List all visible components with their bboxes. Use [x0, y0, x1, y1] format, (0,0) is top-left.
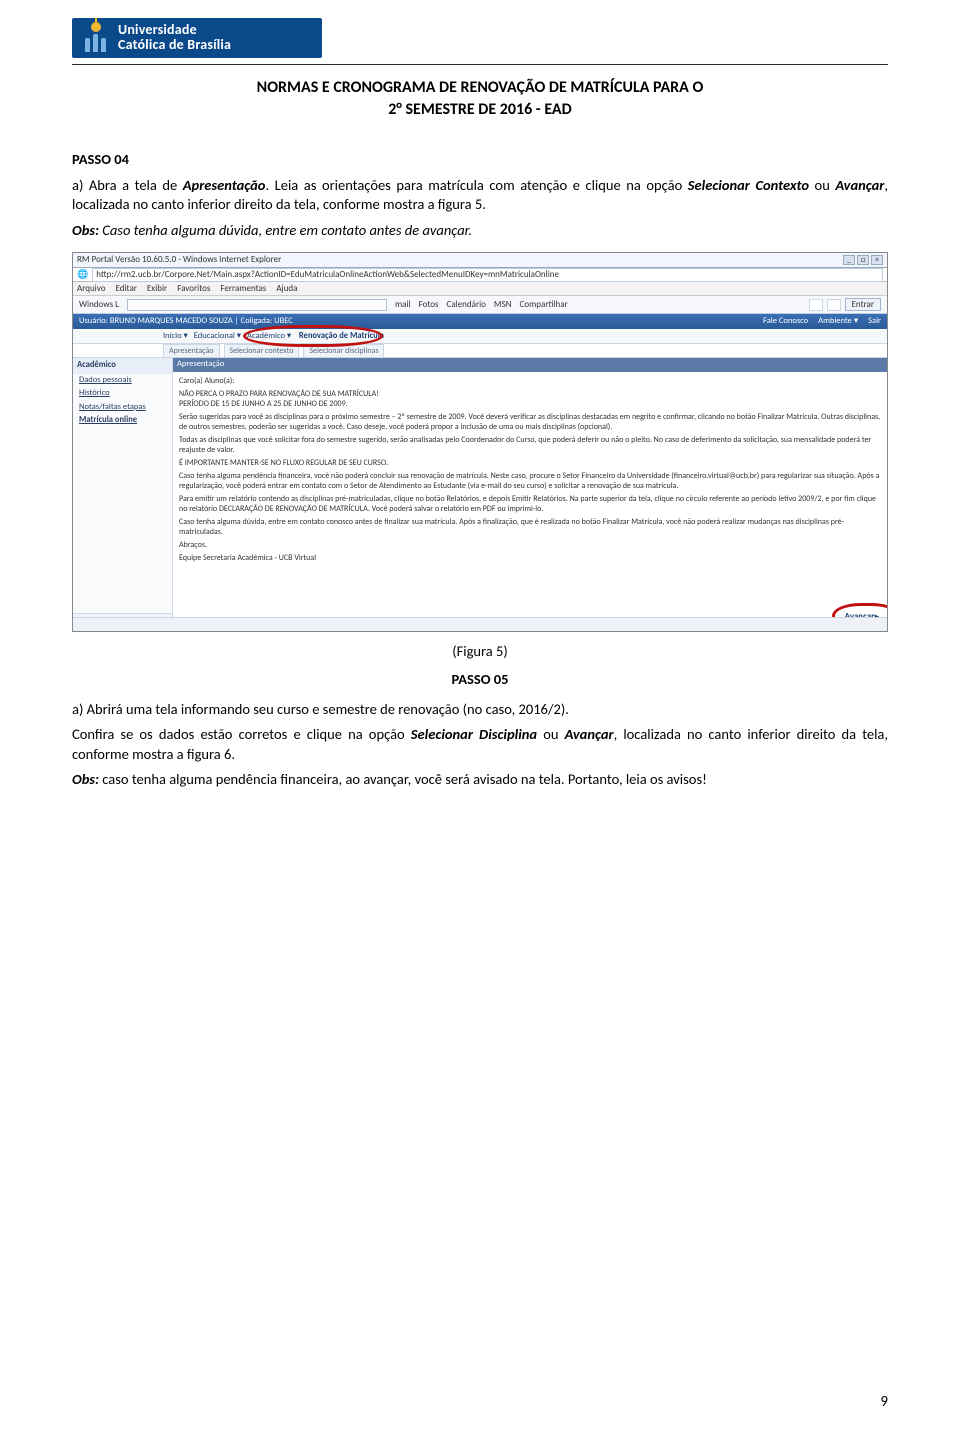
obs-label: Obs:	[72, 770, 99, 788]
passo04-obs: Obs: Caso tenha alguma dúvida, entre em …	[72, 221, 888, 241]
doc-title: NORMAS E CRONOGRAMA DE RENOVAÇÃO DE MATR…	[72, 77, 888, 99]
passo05-heading: PASSO 05	[72, 670, 888, 690]
userbar-left: Usuário: BRUNO MARQUES MACEDO SOUZA | Co…	[79, 316, 293, 327]
sidebar-head-academico: Acadêmico	[73, 358, 172, 373]
body-line: Serão sugeridas para você as disciplinas…	[179, 412, 881, 432]
close-icon[interactable]: ×	[871, 255, 883, 265]
menu-editar[interactable]: Editar	[115, 283, 136, 295]
obs-text: Caso tenha alguma dúvida, entre em conta…	[99, 221, 472, 239]
crumb-highlight: Acadêmico ▾ Renovação de Matrícula	[247, 331, 384, 342]
toolbar-compartilhar[interactable]: Compartilhar	[520, 299, 568, 311]
sidebar-item-historico[interactable]: Histórico	[73, 387, 172, 400]
passo05-obs: Obs: caso tenha alguma pendência finance…	[72, 770, 888, 790]
menu-ajuda[interactable]: Ajuda	[276, 283, 297, 295]
txt: Confira se os dados estão corretos e cli…	[72, 725, 411, 743]
university-logo: Universidade Católica de Brasília	[72, 18, 322, 58]
toolbar-fotos[interactable]: Fotos	[419, 299, 439, 311]
txt: a) Abra a tela de	[72, 176, 183, 194]
obs-text: caso tenha alguma pendência financeira, …	[99, 770, 707, 788]
menu-favoritos[interactable]: Favoritos	[177, 283, 210, 295]
maximize-icon[interactable]: □	[857, 255, 869, 265]
logo-line2: Católica de Brasília	[118, 38, 231, 53]
txt: ou	[809, 176, 835, 194]
passo04-a: a) Abra a tela de Apresentação. Leia as …	[72, 176, 888, 215]
passo05-b: Confira se os dados estão corretos e cli…	[72, 725, 888, 764]
panel-title: Apresentação	[173, 358, 887, 371]
minimize-icon[interactable]: _	[843, 255, 855, 265]
toolbar-icon[interactable]	[827, 299, 841, 311]
window-titlebar: RM Portal Versão 10.60.5.0 - Windows Int…	[73, 253, 887, 268]
ie-toolbar: Windows L mail Fotos Calendário MSN Comp…	[73, 296, 887, 314]
page-number: 9	[880, 1392, 888, 1412]
body-line: Caso tenha alguma dúvida, entre em conta…	[179, 517, 881, 537]
breadcrumb: Início ▾ Educacional ▾ Acadêmico ▾ Renov…	[73, 329, 887, 344]
toolbar-search-input[interactable]	[127, 299, 387, 311]
main-panel: Apresentação Caro(a) Aluno(a): NÃO PERCA…	[173, 358, 887, 631]
body-line: NÃO PERCA O PRAZO PARA RENOVAÇÃO DE SUA …	[179, 389, 881, 409]
obs-label: Obs:	[72, 221, 99, 239]
menu-arquivo[interactable]: Arquivo	[77, 283, 105, 295]
menu-ambiente[interactable]: Ambiente ▾	[818, 316, 858, 327]
sidebar-item-notas[interactable]: Notas/faltas etapas	[73, 401, 172, 414]
body-line: Para emitir um relatório contendo as dis…	[179, 494, 881, 514]
logo-icon	[82, 22, 110, 54]
window-title: RM Portal Versão 10.60.5.0 - Windows Int…	[77, 254, 281, 266]
term-avancar-2: Avançar	[565, 725, 614, 743]
wizard-tabs: Apresentação Selecionar contexto Selecio…	[73, 344, 887, 358]
window-controls: _ □ ×	[843, 255, 883, 265]
crumb-inicio[interactable]: Início ▾	[163, 331, 188, 342]
toolbar-brand: Windows L	[79, 299, 119, 311]
crumb-educacional[interactable]: Educacional ▾	[194, 331, 241, 342]
body-line: Todas as disciplinas que você solicitar …	[179, 435, 881, 455]
sidebar-item-matricula[interactable]: Matrícula online	[73, 414, 172, 427]
figure5-caption: (Figura 5)	[72, 642, 888, 662]
signin-button[interactable]: Entrar	[845, 298, 881, 311]
body-line: Equipe Secretaria Acadêmica - UCB Virtua…	[179, 553, 881, 563]
sidebar: Acadêmico Dados pessoais Histórico Notas…	[73, 358, 173, 631]
crumb-renovacao[interactable]: Renovação de Matrícula	[299, 331, 384, 341]
toolbar-calendario[interactable]: Calendário	[447, 299, 486, 311]
body-line: Caro(a) Aluno(a):	[179, 376, 881, 386]
globe-icon: 🌐	[77, 269, 88, 281]
crumb-academico[interactable]: Acadêmico ▾	[247, 331, 291, 341]
ie-menubar: Arquivo Editar Exibir Favoritos Ferramen…	[73, 282, 887, 296]
body-line: É IMPORTANTE MANTER-SE NO FLUXO REGULAR …	[179, 458, 881, 468]
tab-apresentacao[interactable]: Apresentação	[163, 344, 220, 358]
term-selecionar-disciplina: Selecionar Disciplina	[411, 725, 537, 743]
passo05-a: a) Abrirá uma tela informando seu curso …	[72, 700, 888, 720]
tab-selecionar-disciplinas[interactable]: Selecionar disciplinas	[303, 344, 384, 358]
ie-statusbar	[73, 617, 887, 631]
txt: . Leia as orientações para matrícula com…	[265, 176, 687, 194]
toolbar-icon[interactable]	[809, 299, 823, 311]
term-apresentacao: Apresentação	[183, 176, 266, 194]
toolbar-mail[interactable]: mail	[395, 299, 411, 311]
toolbar-msn[interactable]: MSN	[494, 299, 512, 311]
body-line: Abraços,	[179, 540, 881, 550]
passo04-heading: PASSO 04	[72, 150, 888, 170]
term-avancar: Avançar	[835, 176, 884, 194]
link-fale-conosco[interactable]: Fale Conosco	[763, 316, 808, 327]
menu-ferramentas[interactable]: Ferramentas	[220, 283, 266, 295]
link-sair[interactable]: Sair	[868, 316, 881, 327]
doc-subtitle: 2° SEMESTRE DE 2016 - EAD	[72, 99, 888, 121]
body-line: Caso tenha alguma pendência financeira, …	[179, 471, 881, 491]
term-selecionar-contexto: Selecionar Contexto	[688, 176, 809, 194]
figure-5-screenshot: RM Portal Versão 10.60.5.0 - Windows Int…	[72, 252, 888, 632]
menu-exibir[interactable]: Exibir	[147, 283, 167, 295]
txt: ou	[537, 725, 565, 743]
tab-selecionar-contexto[interactable]: Selecionar contexto	[224, 344, 300, 358]
sidebar-item-dados[interactable]: Dados pessoais	[73, 374, 172, 387]
address-bar-row: 🌐 http://rm2.ucb.br/Corpore.Net/Main.asp…	[73, 268, 887, 282]
portal-userbar: Usuário: BRUNO MARQUES MACEDO SOUZA | Co…	[73, 314, 887, 329]
header-rule	[72, 64, 888, 65]
address-bar[interactable]: http://rm2.ucb.br/Corpore.Net/Main.aspx?…	[92, 268, 883, 282]
